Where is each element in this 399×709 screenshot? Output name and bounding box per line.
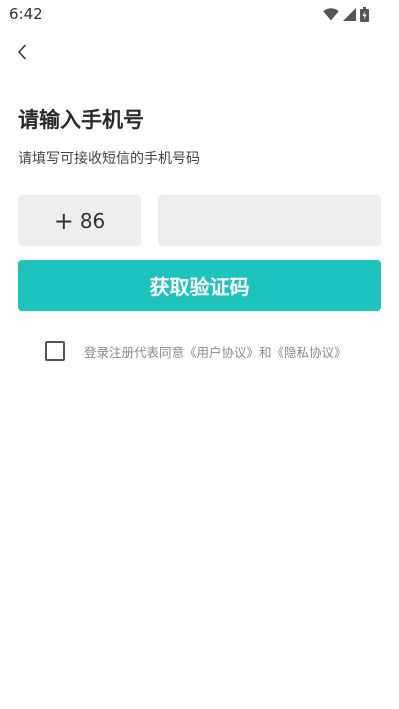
agreement-checkbox[interactable]	[45, 341, 65, 361]
back-button[interactable]	[8, 38, 36, 66]
privacy-agreement-link[interactable]: 《隐私协议》	[272, 345, 347, 360]
country-code-selector[interactable]: + 86	[18, 195, 141, 246]
phone-number-input[interactable]	[158, 195, 381, 246]
agreement-text: 登录注册代表同意《用户协议》和《隐私协议》	[84, 342, 347, 361]
user-agreement-link[interactable]: 《用户协议》	[184, 345, 259, 360]
status-time: 6:42	[9, 5, 43, 23]
plus-icon: +	[53, 206, 74, 235]
page-title: 请输入手机号	[18, 108, 144, 132]
status-bar: 6:42	[0, 0, 399, 28]
agreement-row: 登录注册代表同意《用户协议》和《隐私协议》	[45, 341, 347, 361]
chevron-left-icon	[18, 44, 26, 60]
signal-icon	[343, 7, 356, 21]
agreement-prefix: 登录注册代表同意	[84, 344, 185, 360]
wifi-icon	[323, 7, 339, 20]
page-subtitle: 请填写可接收短信的手机号码	[18, 151, 200, 167]
status-icons	[323, 6, 369, 22]
get-verification-code-button[interactable]: 获取验证码	[18, 260, 381, 311]
battery-icon	[360, 6, 369, 22]
agreement-conjunction: 和	[259, 344, 272, 360]
country-code-value: 86	[79, 208, 106, 233]
